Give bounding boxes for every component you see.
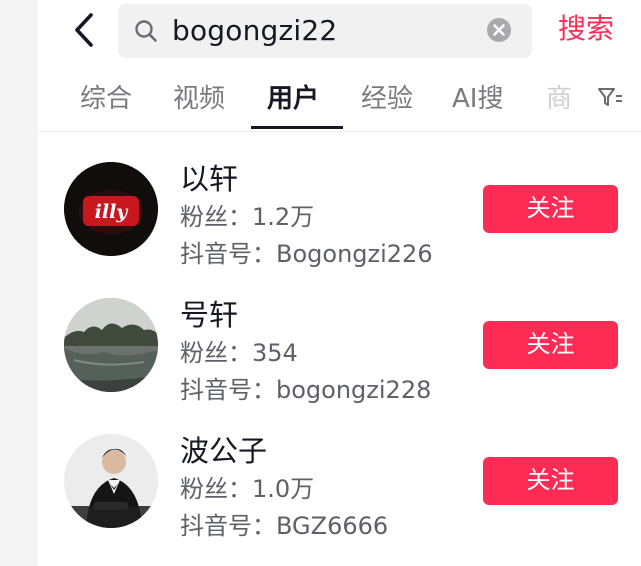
- tab-comprehensive[interactable]: 综合: [80, 80, 132, 118]
- user-result-row[interactable]: 波公子 粉丝：1.0万 抖音号：BGZ6666 关注: [0, 432, 641, 562]
- user-avatar[interactable]: [64, 298, 158, 392]
- active-tab-indicator: [251, 126, 343, 129]
- tab-users[interactable]: 用户: [267, 80, 319, 118]
- search-button[interactable]: 搜索: [558, 12, 614, 46]
- back-button[interactable]: [66, 10, 102, 50]
- follow-button[interactable]: 关注: [483, 185, 618, 233]
- filter-icon[interactable]: [597, 86, 623, 110]
- person-portrait-avatar-icon: [64, 434, 158, 528]
- user-result-row[interactable]: 号轩 粉丝：354 抖音号：bogongzi228 关注: [0, 296, 641, 426]
- clear-icon[interactable]: [486, 17, 512, 43]
- chevron-left-icon: [75, 13, 93, 47]
- search-input[interactable]: bogongzi22: [118, 4, 532, 58]
- user-douyin-id: 抖音号：Bogongzi226: [180, 240, 433, 268]
- user-name[interactable]: 波公子: [180, 434, 267, 468]
- follow-button[interactable]: 关注: [483, 457, 618, 505]
- tab-bar: 综合 视频 用户 经验 AI搜 商: [80, 80, 641, 130]
- lake-landscape-avatar-icon: [64, 298, 158, 392]
- tab-shop[interactable]: 商: [546, 80, 572, 118]
- user-fans-count: 粉丝：1.2万: [180, 203, 315, 231]
- user-avatar[interactable]: illy: [64, 162, 158, 256]
- user-result-row[interactable]: illy 以轩 粉丝：1.2万 抖音号：Bogongzi226 关注: [0, 160, 641, 290]
- search-query-text: bogongzi22: [172, 14, 338, 47]
- user-name[interactable]: 号轩: [180, 298, 238, 332]
- tab-video[interactable]: 视频: [173, 80, 225, 118]
- search-icon: [135, 20, 157, 42]
- tab-experience[interactable]: 经验: [361, 80, 413, 118]
- tab-ai-search[interactable]: AI搜: [452, 80, 503, 118]
- svg-text:illy: illy: [95, 201, 130, 223]
- user-douyin-id: 抖音号：bogongzi228: [180, 376, 432, 404]
- user-avatar[interactable]: [64, 434, 158, 528]
- user-fans-count: 粉丝：1.0万: [180, 475, 315, 503]
- user-fans-count: 粉丝：354: [180, 339, 298, 367]
- user-douyin-id: 抖音号：BGZ6666: [180, 512, 389, 540]
- user-name[interactable]: 以轩: [180, 162, 238, 196]
- illy-logo-icon: illy: [64, 162, 158, 256]
- follow-button[interactable]: 关注: [483, 321, 618, 369]
- tabs-divider: [38, 131, 641, 132]
